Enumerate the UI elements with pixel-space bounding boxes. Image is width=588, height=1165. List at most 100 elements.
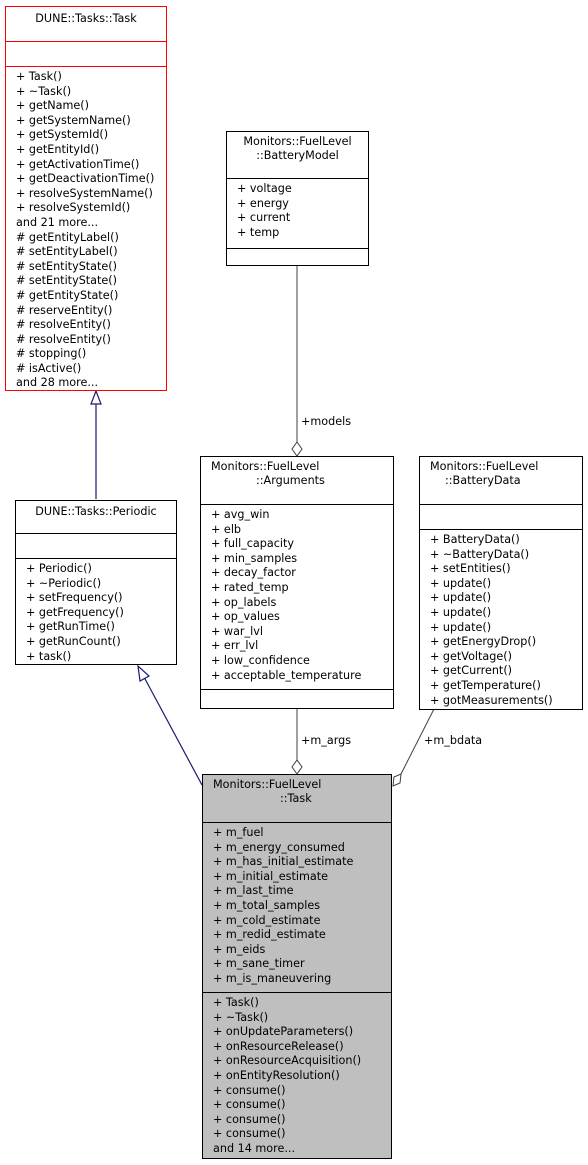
class-attribute: + avg_win xyxy=(211,508,270,521)
class-attribute: + m_redid_estimate xyxy=(213,928,326,942)
class-method: + getRunTime() xyxy=(26,620,115,634)
class-title-line: Monitors::FuelLevel xyxy=(430,460,539,473)
class-attribute: + m_fuel xyxy=(213,826,264,839)
edge-label-m-args: +m_args xyxy=(301,734,352,747)
class-title-line: Monitors::FuelLevel xyxy=(211,460,320,473)
aggregation-diamond xyxy=(291,759,303,775)
class-attribute: + full_capacity xyxy=(211,537,294,551)
class-method: + onUpdateParameters() xyxy=(213,1025,354,1039)
class-method: + getSystemId() xyxy=(16,128,109,142)
class-attribute: + elb xyxy=(211,522,242,536)
class-title-line: Monitors::FuelLevel xyxy=(213,778,322,791)
inheritance-arrowhead xyxy=(137,664,151,682)
class-attribute: + energy xyxy=(237,196,289,210)
class-fuel-level-task[interactable]: Monitors::FuelLevel ::Task + m_fuel + m_e… xyxy=(202,774,392,1159)
class-method: # resolveEntity() xyxy=(16,318,111,332)
class-method: + getActivationTime() xyxy=(16,157,140,171)
attributes-section: + voltage + energy + current + temp xyxy=(227,178,368,248)
class-method: + BatteryData() xyxy=(430,533,520,546)
class-title: DUNE::Tasks::Periodic xyxy=(35,505,157,518)
class-attribute: + m_cold_estimate xyxy=(213,913,321,927)
class-method: # reserveEntity() xyxy=(16,303,113,317)
attributes-section: + avg_win + elb + full_capacity + min_sampl… xyxy=(201,504,393,689)
class-method: and 28 more... xyxy=(16,376,99,390)
class-method: + setEntities() xyxy=(430,562,511,576)
class-method: and 14 more... xyxy=(213,1141,296,1155)
attributes-section: + m_fuel + m_energy_consumed + m_has_initi… xyxy=(203,822,391,992)
class-title: Monitors::FuelLevel ::BatteryModel xyxy=(227,132,368,178)
class-arguments[interactable]: Monitors::FuelLevel ::Arguments + avg_wi… xyxy=(200,456,394,709)
methods-section: + BatteryData() + ~BatteryData() + setEnti… xyxy=(420,529,582,710)
edge-label-models: +models xyxy=(301,415,352,428)
class-attribute: + voltage xyxy=(237,182,292,195)
class-method: + getTemperature() xyxy=(430,678,541,692)
class-title-line: ::BatteryData xyxy=(445,474,521,487)
class-method: + update() xyxy=(430,605,492,619)
class-method: + onResourceRelease() xyxy=(213,1039,344,1053)
class-method: + consume() xyxy=(213,1112,286,1126)
class-attribute: + m_initial_estimate xyxy=(213,869,329,883)
class-title-line: ::Arguments xyxy=(256,474,325,487)
class-attribute: + min_samples xyxy=(211,551,298,565)
class-attribute: + low_confidence xyxy=(211,653,310,667)
class-title-line: ::Task xyxy=(280,792,312,805)
class-attribute: + m_last_time xyxy=(213,884,294,898)
class-attribute: + acceptable_temperature xyxy=(211,668,362,682)
edge-fuel-task-to-periodic xyxy=(143,676,203,786)
class-method: + resolveSystemName() xyxy=(16,186,153,200)
class-attribute: + decay_factor xyxy=(211,566,296,580)
class-method: + update() xyxy=(430,591,492,605)
class-method: + setFrequency() xyxy=(26,591,123,605)
methods-section: + Task() + ~Task() + getName() + getSystemN… xyxy=(6,66,166,393)
class-method: + Task() xyxy=(213,996,259,1009)
class-title: Monitors::FuelLevel ::BatteryData xyxy=(420,457,582,504)
class-attribute: + rated_temp xyxy=(211,580,289,594)
methods-section xyxy=(227,248,368,273)
class-attribute: + current xyxy=(237,211,291,225)
class-method: + gotMeasurements() xyxy=(430,693,553,707)
class-method: # resolveEntity() xyxy=(16,332,111,346)
class-title-line: ::BatteryModel xyxy=(256,149,339,162)
class-method: + consume() xyxy=(213,1083,286,1097)
attributes-section xyxy=(420,504,582,529)
class-attribute: + m_is_maneuvering xyxy=(213,971,332,985)
class-attribute: + war_lvl xyxy=(211,624,263,638)
class-method: + ~BatteryData() xyxy=(430,547,530,561)
class-method: # getEntityLabel() xyxy=(16,230,119,244)
attributes-section xyxy=(16,533,176,558)
methods-section: + Periodic() + ~Periodic() + setFrequency(… xyxy=(16,558,176,666)
class-method: + getEntityId() xyxy=(16,142,100,156)
class-title: DUNE::Tasks::Task xyxy=(35,12,137,25)
class-method: + Task() xyxy=(16,70,62,83)
class-attribute: + err_lvl xyxy=(211,639,259,653)
class-method: and 21 more... xyxy=(16,215,99,229)
class-battery-model[interactable]: Monitors::FuelLevel ::BatteryModel + vol… xyxy=(226,131,369,266)
attributes-section xyxy=(6,41,166,66)
class-method: + ~Task() xyxy=(16,84,72,98)
class-method: + getSystemName() xyxy=(16,113,131,127)
class-method: + update() xyxy=(430,576,492,590)
class-method: + onEntityResolution() xyxy=(213,1068,340,1082)
class-method: + ~Periodic() xyxy=(26,576,102,590)
methods-section: + Task() + ~Task() + onUpdateParameters() +… xyxy=(203,992,391,1159)
class-attribute: + temp xyxy=(237,225,280,239)
class-method: # isActive() xyxy=(16,361,82,375)
class-attribute: + op_values xyxy=(211,610,280,624)
class-method: # setEntityState() xyxy=(16,259,118,273)
class-dune-tasks-task[interactable]: DUNE::Tasks::Task + Task() + ~Task() + get… xyxy=(5,6,167,391)
class-battery-data[interactable]: Monitors::FuelLevel ::BatteryData + Batt… xyxy=(419,456,583,710)
class-method: + resolveSystemId() xyxy=(16,201,131,215)
class-method: + getName() xyxy=(16,99,90,113)
class-title-line: Monitors::FuelLevel xyxy=(243,135,352,148)
class-method: + update() xyxy=(430,620,492,634)
class-method: + Periodic() xyxy=(26,562,92,575)
class-dune-tasks-periodic[interactable]: DUNE::Tasks::Periodic + Periodic() + ~Per… xyxy=(15,500,177,665)
class-attribute: + m_energy_consumed xyxy=(213,840,345,854)
class-method: + task() xyxy=(26,649,72,663)
class-method: + consume() xyxy=(213,1127,286,1141)
class-method: # setEntityState() xyxy=(16,274,118,288)
aggregation-diamond xyxy=(392,773,402,787)
class-method: + getVoltage() xyxy=(430,649,512,663)
class-method: + ~Task() xyxy=(213,1010,269,1024)
class-method: # stopping() xyxy=(16,347,87,361)
